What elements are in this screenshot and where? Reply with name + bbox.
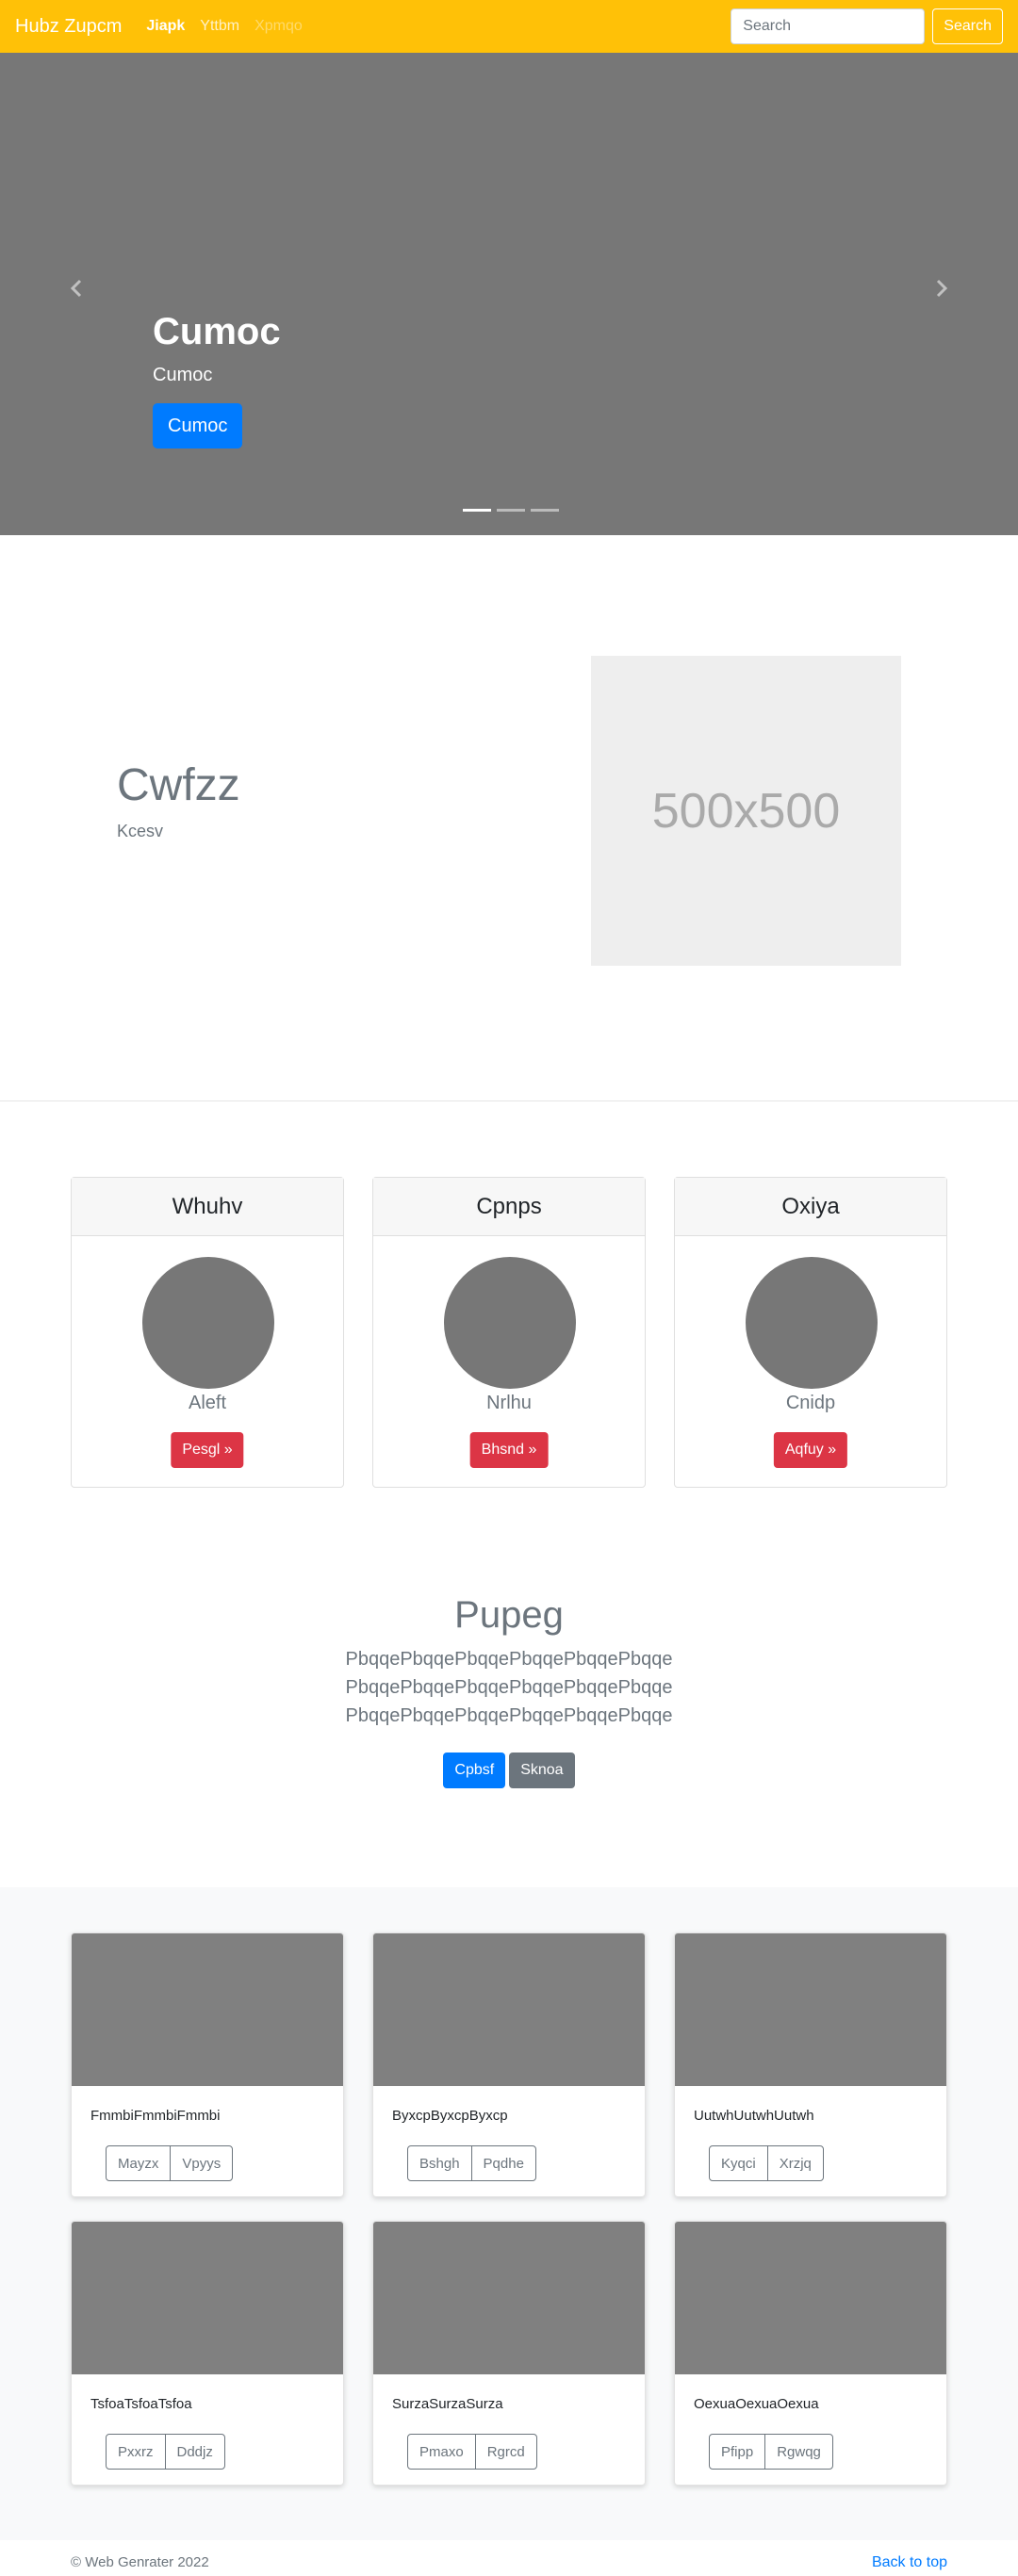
profile-card: Oxiya Cnidp Aqfuy » (674, 1177, 947, 1488)
profile-card-header: Cpnps (373, 1178, 645, 1236)
album-card-button-group: Pfipp Rgwqg (709, 2434, 833, 2470)
profile-card: Whuhv Aleft Pesgl » (71, 1177, 344, 1488)
album-card-text: TsfoaTsfoaTsfoa (90, 2396, 192, 2412)
album-card-button-group: Pxxrz Dddjz (106, 2434, 225, 2470)
featurette-image-placeholder: 500x500 (591, 656, 901, 966)
avatar (142, 1257, 274, 1389)
nav-link-jiapk[interactable]: Jiapk (146, 18, 185, 35)
album-card-button-group: Mayzx Vpyys (106, 2145, 234, 2181)
avatar (746, 1257, 878, 1389)
search-button[interactable]: Search (932, 8, 1003, 44)
avatar (444, 1257, 576, 1389)
album-card-button[interactable]: Pxxrz (106, 2434, 166, 2470)
profile-name: Nrlhu (486, 1393, 532, 1413)
profile-card: Cpnps Nrlhu Bhsnd » (372, 1177, 646, 1488)
footer-copyright: © Web Genrater 2022 (71, 2554, 209, 2570)
chevron-left-icon[interactable] (68, 279, 87, 298)
featurette-heading: Cwfzz (117, 760, 240, 810)
album-card-image (675, 1933, 946, 2086)
carousel-title: Cumoc (153, 311, 281, 352)
album-card: ByxcpByxcpByxcp Bshgh Pqdhe (372, 1932, 646, 2197)
profile-card-button[interactable]: Bhsnd » (469, 1432, 549, 1468)
jumbotron-lead-line: PbqqePbqqePbqqePbqqePbqqePbqqe (345, 1649, 673, 1670)
nav-link-xpmqo: Xpmqo (254, 18, 303, 34)
album-card: OexuaOexuaOexua Pfipp Rgwqg (674, 2221, 947, 2486)
album-card-button[interactable]: Vpyys (170, 2145, 234, 2181)
carousel-indicators (460, 509, 562, 512)
album-card-button[interactable]: Dddjz (164, 2434, 225, 2470)
album-card: FmmbiFmmbiFmmbi Mayzx Vpyys (71, 1932, 344, 2197)
search-input[interactable] (731, 8, 926, 44)
profile-name: Cnidp (785, 1393, 836, 1413)
jumbotron-lead-line: PbqqePbqqePbqqePbqqePbqqePbqqe (345, 1705, 673, 1726)
album-card-image (675, 2222, 946, 2374)
album-card-text: UutwhUutwhUutwh (694, 2108, 814, 2124)
album-card: UutwhUutwhUutwh Kyqci Xrzjq (674, 1932, 947, 2197)
album-card-button[interactable]: Bshgh (407, 2145, 472, 2181)
hero-carousel: Cumoc Cumoc Cumoc (0, 53, 1018, 535)
album-card-button[interactable]: Pfipp (709, 2434, 766, 2470)
nav-link-yttbm[interactable]: Yttbm (200, 18, 239, 35)
profile-name: Aleft (188, 1393, 227, 1413)
profile-card-header: Oxiya (675, 1178, 946, 1236)
carousel-caption: Cumoc Cumoc Cumoc (153, 309, 281, 448)
jumbotron-buttons: Cpbsf Sknoa (0, 1753, 1018, 1788)
back-to-top-link[interactable]: Back to top (872, 2554, 947, 2571)
carousel-cta-button[interactable]: Cumoc (153, 403, 243, 448)
carousel-indicator-3[interactable] (531, 509, 559, 512)
album-card-button[interactable]: Kyqci (709, 2145, 768, 2181)
carousel-subtitle: Cumoc (153, 365, 213, 385)
profile-card-button[interactable]: Aqfuy » (773, 1432, 848, 1468)
album-card-image (72, 1933, 343, 2086)
album-card-button[interactable]: Mayzx (106, 2145, 172, 2181)
album-section: FmmbiFmmbiFmmbi Mayzx Vpyys ByxcpByxcpBy… (0, 1887, 1018, 2540)
album-card-button-group: Pmaxo Rgrcd (407, 2434, 537, 2470)
carousel-indicator-2[interactable] (497, 509, 525, 512)
album-card-text: ByxcpByxcpByxcp (392, 2108, 508, 2124)
album-card-button[interactable]: Pqdhe (470, 2145, 536, 2181)
profile-card-header: Whuhv (72, 1178, 343, 1236)
jumbotron-secondary-button[interactable]: Sknoa (509, 1753, 575, 1788)
album-card-button[interactable]: Rgwqg (764, 2434, 833, 2470)
chevron-right-icon[interactable] (931, 279, 950, 298)
featurette-image-label: 500x500 (651, 783, 841, 839)
album-card: TsfoaTsfoaTsfoa Pxxrz Dddjz (71, 2221, 344, 2486)
album-card-image (72, 2222, 343, 2374)
jumbotron-heading: Pupeg (454, 1594, 564, 1636)
album-card-button-group: Bshgh Pqdhe (407, 2145, 536, 2181)
album-card-button-group: Kyqci Xrzjq (709, 2145, 824, 2181)
jumbotron-lead-line: PbqqePbqqePbqqePbqqePbqqePbqqe (345, 1677, 673, 1698)
profile-card-button[interactable]: Pesgl » (171, 1432, 244, 1468)
navbar: Hubz Zupcm Jiapk Yttbm Xpmqo Search (0, 0, 1018, 53)
carousel-indicator-1[interactable] (463, 509, 491, 512)
album-card-image (373, 1933, 645, 2086)
album-card-button[interactable]: Xrzjq (766, 2145, 824, 2181)
album-card-image (373, 2222, 645, 2374)
brand-link[interactable]: Hubz Zupcm (15, 16, 122, 38)
album-card-text: OexuaOexuaOexua (694, 2396, 819, 2412)
album-card-text: SurzaSurzaSurza (392, 2396, 503, 2412)
album-card-button[interactable]: Rgrcd (474, 2434, 537, 2470)
album-card-text: FmmbiFmmbiFmmbi (90, 2108, 221, 2124)
album-card: SurzaSurzaSurza Pmaxo Rgrcd (372, 2221, 646, 2486)
jumbotron-primary-button[interactable]: Cpbsf (443, 1753, 506, 1788)
featurette-lead: Kcesv (117, 822, 164, 840)
album-card-button[interactable]: Pmaxo (407, 2434, 476, 2470)
